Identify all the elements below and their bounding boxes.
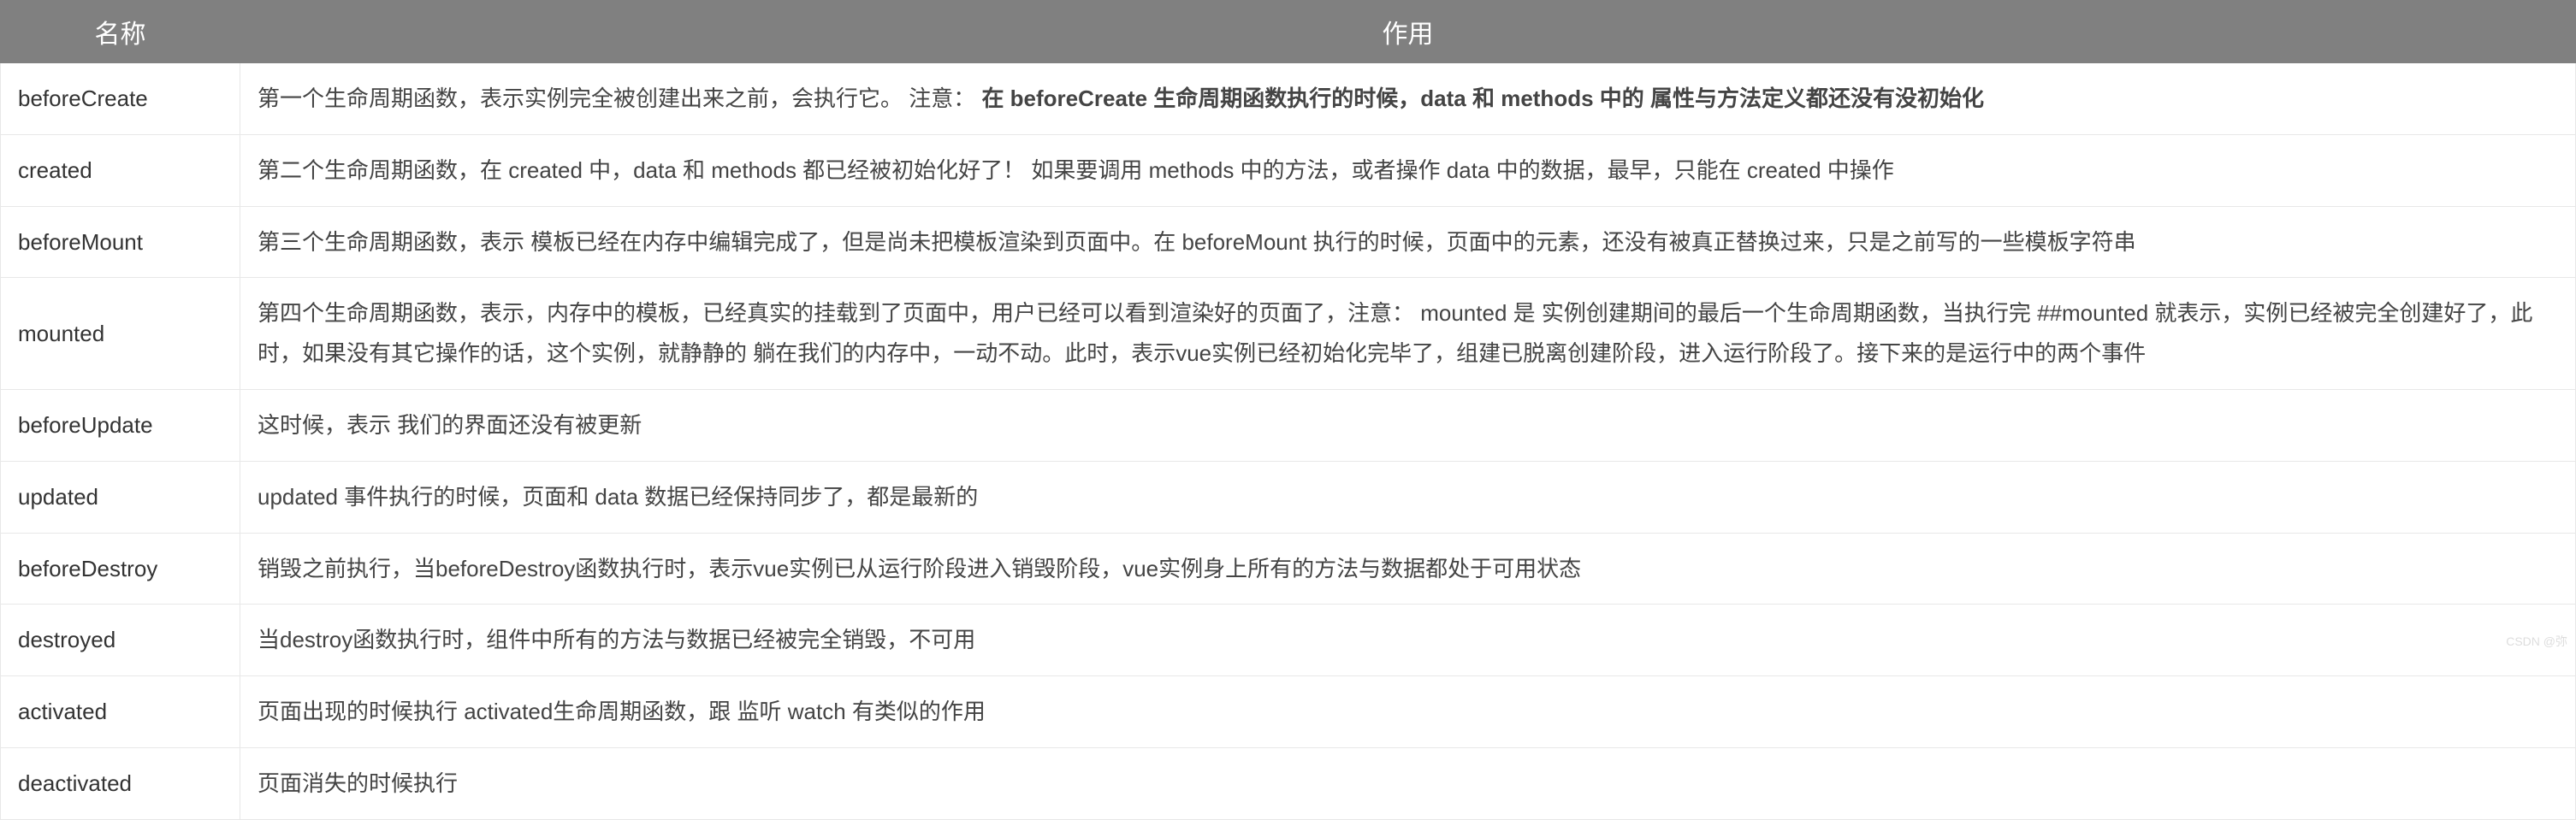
cell-desc: 第二个生命周期函数，在 created 中，data 和 methods 都已经… <box>240 134 2576 206</box>
cell-name: activated <box>1 676 240 748</box>
cell-desc: 第四个生命周期函数，表示，内存中的模板，已经真实的挂载到了页面中，用户已经可以看… <box>240 278 2576 390</box>
cell-name: mounted <box>1 278 240 390</box>
desc-text: 第三个生命周期函数，表示 模板已经在内存中编辑完成了，但是尚未把模板渲染到页面中… <box>258 229 2136 255</box>
cell-desc: 当destroy函数执行时，组件中所有的方法与数据已经被完全销毁，不可用 <box>240 605 2576 676</box>
table-row: beforeMount 第三个生命周期函数，表示 模板已经在内存中编辑完成了，但是… <box>1 206 2576 278</box>
table-row: updated updated 事件执行的时候，页面和 data 数据已经保持同步… <box>1 461 2576 533</box>
header-desc: 作用 <box>240 1 2576 63</box>
cell-desc: 这时候，表示 我们的界面还没有被更新 <box>240 389 2576 461</box>
cell-desc: 页面出现的时候执行 activated生命周期函数，跟 监听 watch 有类似… <box>240 676 2576 748</box>
desc-text: 这时候，表示 我们的界面还没有被更新 <box>258 412 642 438</box>
desc-text: 第二个生命周期函数，在 created 中，data 和 methods 都已经… <box>258 157 1894 183</box>
desc-text: 页面消失的时候执行 <box>258 770 458 796</box>
table-row: beforeCreate第一个生命周期函数，表示实例完全被创建出来之前，会执行它… <box>1 63 2576 135</box>
desc-bold: 在 beforeCreate 生命周期函数执行的时候，data 和 method… <box>981 86 1984 111</box>
header-name: 名称 <box>1 1 240 63</box>
cell-name: beforeMount <box>1 206 240 278</box>
cell-name: updated <box>1 461 240 533</box>
table-row: activated 页面出现的时候执行 activated生命周期函数，跟 监听 … <box>1 676 2576 748</box>
table-row: beforeDestroy 销毁之前执行，当beforeDestroy函数执行时，… <box>1 533 2576 605</box>
table-row: deactivated 页面消失的时候执行 <box>1 747 2576 819</box>
cell-name: created <box>1 134 240 206</box>
desc-text: 销毁之前执行，当beforeDestroy函数执行时，表示vue实例已从运行阶段… <box>258 556 1581 581</box>
table-header-row: 名称 作用 <box>1 1 2576 63</box>
desc-text: 第一个生命周期函数，表示实例完全被创建出来之前，会执行它。 注意： <box>258 86 981 111</box>
cell-desc: 第一个生命周期函数，表示实例完全被创建出来之前，会执行它。 注意： 在 befo… <box>240 63 2576 135</box>
desc-text: 第四个生命周期函数，表示，内存中的模板，已经真实的挂载到了页面中，用户已经可以看… <box>258 300 2532 366</box>
cell-desc: updated 事件执行的时候，页面和 data 数据已经保持同步了，都是最新的 <box>240 461 2576 533</box>
cell-name: beforeDestroy <box>1 533 240 605</box>
desc-text: 页面出现的时候执行 activated生命周期函数，跟 监听 watch 有类似… <box>258 699 986 724</box>
table-row: created 第二个生命周期函数，在 created 中，data 和 meth… <box>1 134 2576 206</box>
cell-name: beforeCreate <box>1 63 240 135</box>
cell-desc: 销毁之前执行，当beforeDestroy函数执行时，表示vue实例已从运行阶段… <box>240 533 2576 605</box>
cell-name: beforeUpdate <box>1 389 240 461</box>
cell-name: destroyed <box>1 605 240 676</box>
table-row: mounted 第四个生命周期函数，表示，内存中的模板，已经真实的挂载到了页面中，… <box>1 278 2576 390</box>
table-row: beforeUpdate 这时候，表示 我们的界面还没有被更新 <box>1 389 2576 461</box>
desc-text: updated 事件执行的时候，页面和 data 数据已经保持同步了，都是最新的 <box>258 484 978 510</box>
cell-desc: 第三个生命周期函数，表示 模板已经在内存中编辑完成了，但是尚未把模板渲染到页面中… <box>240 206 2576 278</box>
cell-desc: 页面消失的时候执行 <box>240 747 2576 819</box>
lifecycle-table: 名称 作用 beforeCreate第一个生命周期函数，表示实例完全被创建出来之… <box>0 0 2576 820</box>
table-row: destroyed 当destroy函数执行时，组件中所有的方法与数据已经被完全销… <box>1 605 2576 676</box>
cell-name: deactivated <box>1 747 240 819</box>
desc-text: 当destroy函数执行时，组件中所有的方法与数据已经被完全销毁，不可用 <box>258 627 975 652</box>
